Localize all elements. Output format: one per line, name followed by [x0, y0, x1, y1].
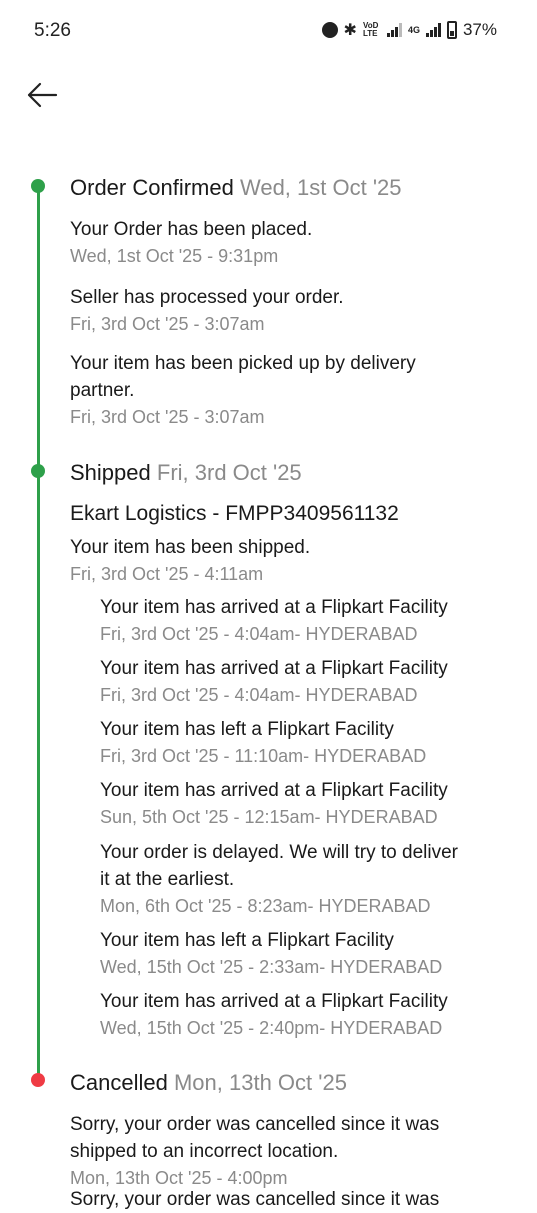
sub-event-item: Your item has arrived at a Flipkart Faci…	[100, 988, 520, 1041]
stage-date: Wed, 1st Oct '25	[239, 175, 402, 200]
status-time: 5:26	[34, 20, 71, 41]
stage-date: Fri, 3rd Oct '25	[156, 460, 302, 485]
carrier-tracking-id: Ekart Logistics - FMPP3409561132	[70, 502, 399, 525]
alarm-icon	[321, 22, 338, 38]
event-text: Your item has been shipped.	[70, 537, 311, 558]
sub-event-item: Your order is delayed. We will try to de…	[100, 839, 460, 919]
event-time: Sun, 5th Oct '25 - 12:15am- HYDERABAD	[100, 807, 438, 827]
timeline-line	[37, 186, 40, 1080]
event-text: Your item has left a Flipkart Facility	[100, 930, 394, 951]
event-text: Your item has been picked up by delivery…	[70, 353, 416, 401]
event-item: Seller has processed your order. Fri, 3r…	[70, 284, 510, 337]
event-time: Wed, 15th Oct '25 - 2:33am- HYDERABAD	[100, 957, 443, 977]
volte-label: VoD LTE	[362, 21, 379, 38]
status-dot-cancelled	[31, 1073, 45, 1087]
event-time: Fri, 3rd Oct '25 - 4:04am- HYDERABAD	[100, 685, 418, 705]
stage-title: Shipped	[70, 460, 151, 485]
event-text: Your item has arrived at a Flipkart Faci…	[100, 597, 448, 618]
event-time: Fri, 3rd Oct '25 - 3:07am	[70, 407, 265, 427]
stage-title: Cancelled	[70, 1070, 168, 1095]
sub-event-item: Your item has left a Flipkart Facility F…	[100, 716, 520, 769]
event-item: Your Order has been placed. Wed, 1st Oct…	[70, 216, 510, 269]
event-text: Sorry, your order was cancelled since it…	[70, 1189, 440, 1210]
event-time: Fri, 3rd Oct '25 - 4:04am- HYDERABAD	[100, 624, 418, 644]
event-time: Wed, 15th Oct '25 - 2:40pm- HYDERABAD	[100, 1018, 443, 1038]
stage-date: Mon, 13th Oct '25	[173, 1070, 347, 1095]
network-type: 4G	[407, 24, 420, 35]
sub-event-item: Your item has arrived at a Flipkart Faci…	[100, 777, 520, 830]
event-text: Your item has arrived at a Flipkart Faci…	[100, 780, 448, 801]
event-text: Your item has arrived at a Flipkart Faci…	[100, 658, 448, 679]
event-time: Mon, 6th Oct '25 - 8:23am- HYDERABAD	[100, 896, 431, 916]
event-time: Wed, 1st Oct '25 - 9:31pm	[70, 246, 279, 266]
event-time: Fri, 3rd Oct '25 - 11:10am- HYDERABAD	[100, 746, 427, 766]
event-text: Seller has processed your order.	[70, 287, 344, 308]
status-icons: ✱ VoD LTE 4G 37%	[321, 20, 497, 40]
battery-percent: 37%	[462, 20, 497, 39]
sub-event-item: Your item has left a Flipkart Facility W…	[100, 927, 520, 980]
event-item: Sorry, your order was cancelled since it…	[70, 1111, 490, 1191]
event-time: Fri, 3rd Oct '25 - 4:11am	[70, 564, 264, 584]
event-item: Sorry, your order was cancelled since it…	[70, 1186, 537, 1213]
event-item: Your item has been shipped. Fri, 3rd Oct…	[70, 534, 510, 587]
stage-cancelled: Cancelled Mon, 13th Oct '25	[70, 1070, 347, 1096]
stage-order-confirmed: Order Confirmed Wed, 1st Oct '25	[70, 175, 402, 201]
sub-event-item: Your item has arrived at a Flipkart Faci…	[100, 655, 520, 708]
battery-icon	[446, 21, 457, 39]
stage-title: Order Confirmed	[70, 175, 234, 200]
event-text: Your item has left a Flipkart Facility	[100, 719, 394, 740]
event-text: Sorry, your order was cancelled since it…	[70, 1114, 440, 1162]
event-item: Your item has been picked up by delivery…	[70, 350, 470, 430]
back-arrow-icon[interactable]	[26, 80, 58, 110]
stage-shipped: Shipped Fri, 3rd Oct '25	[70, 460, 302, 486]
sub-event-item: Your item has arrived at a Flipkart Faci…	[100, 594, 520, 647]
event-text: Your Order has been placed.	[70, 219, 313, 240]
status-dot-confirmed	[31, 179, 45, 193]
event-text: Your item has arrived at a Flipkart Faci…	[100, 991, 448, 1012]
status-bar: 5:26 ✱ VoD LTE 4G 37%	[0, 0, 537, 62]
signal-icon-2	[425, 23, 441, 37]
signal-icon	[386, 23, 402, 37]
event-time: Fri, 3rd Oct '25 - 3:07am	[70, 314, 265, 334]
status-dot-shipped	[31, 464, 45, 478]
event-text: Your order is delayed. We will try to de…	[100, 842, 458, 890]
bluetooth-icon: ✱	[343, 22, 357, 39]
